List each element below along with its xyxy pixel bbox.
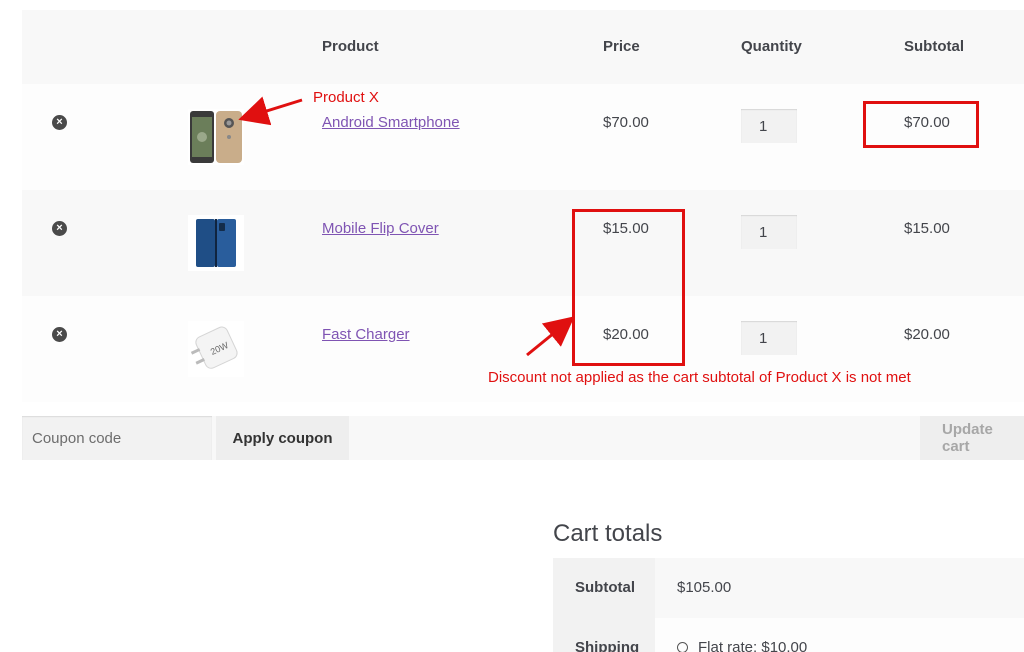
annotation-arrows	[238, 96, 575, 357]
arrow-to-smartphone	[238, 96, 303, 126]
arrow-to-prices	[526, 316, 575, 357]
cart-page: Product Price Quantity Subtotal × Androi…	[0, 0, 1024, 652]
